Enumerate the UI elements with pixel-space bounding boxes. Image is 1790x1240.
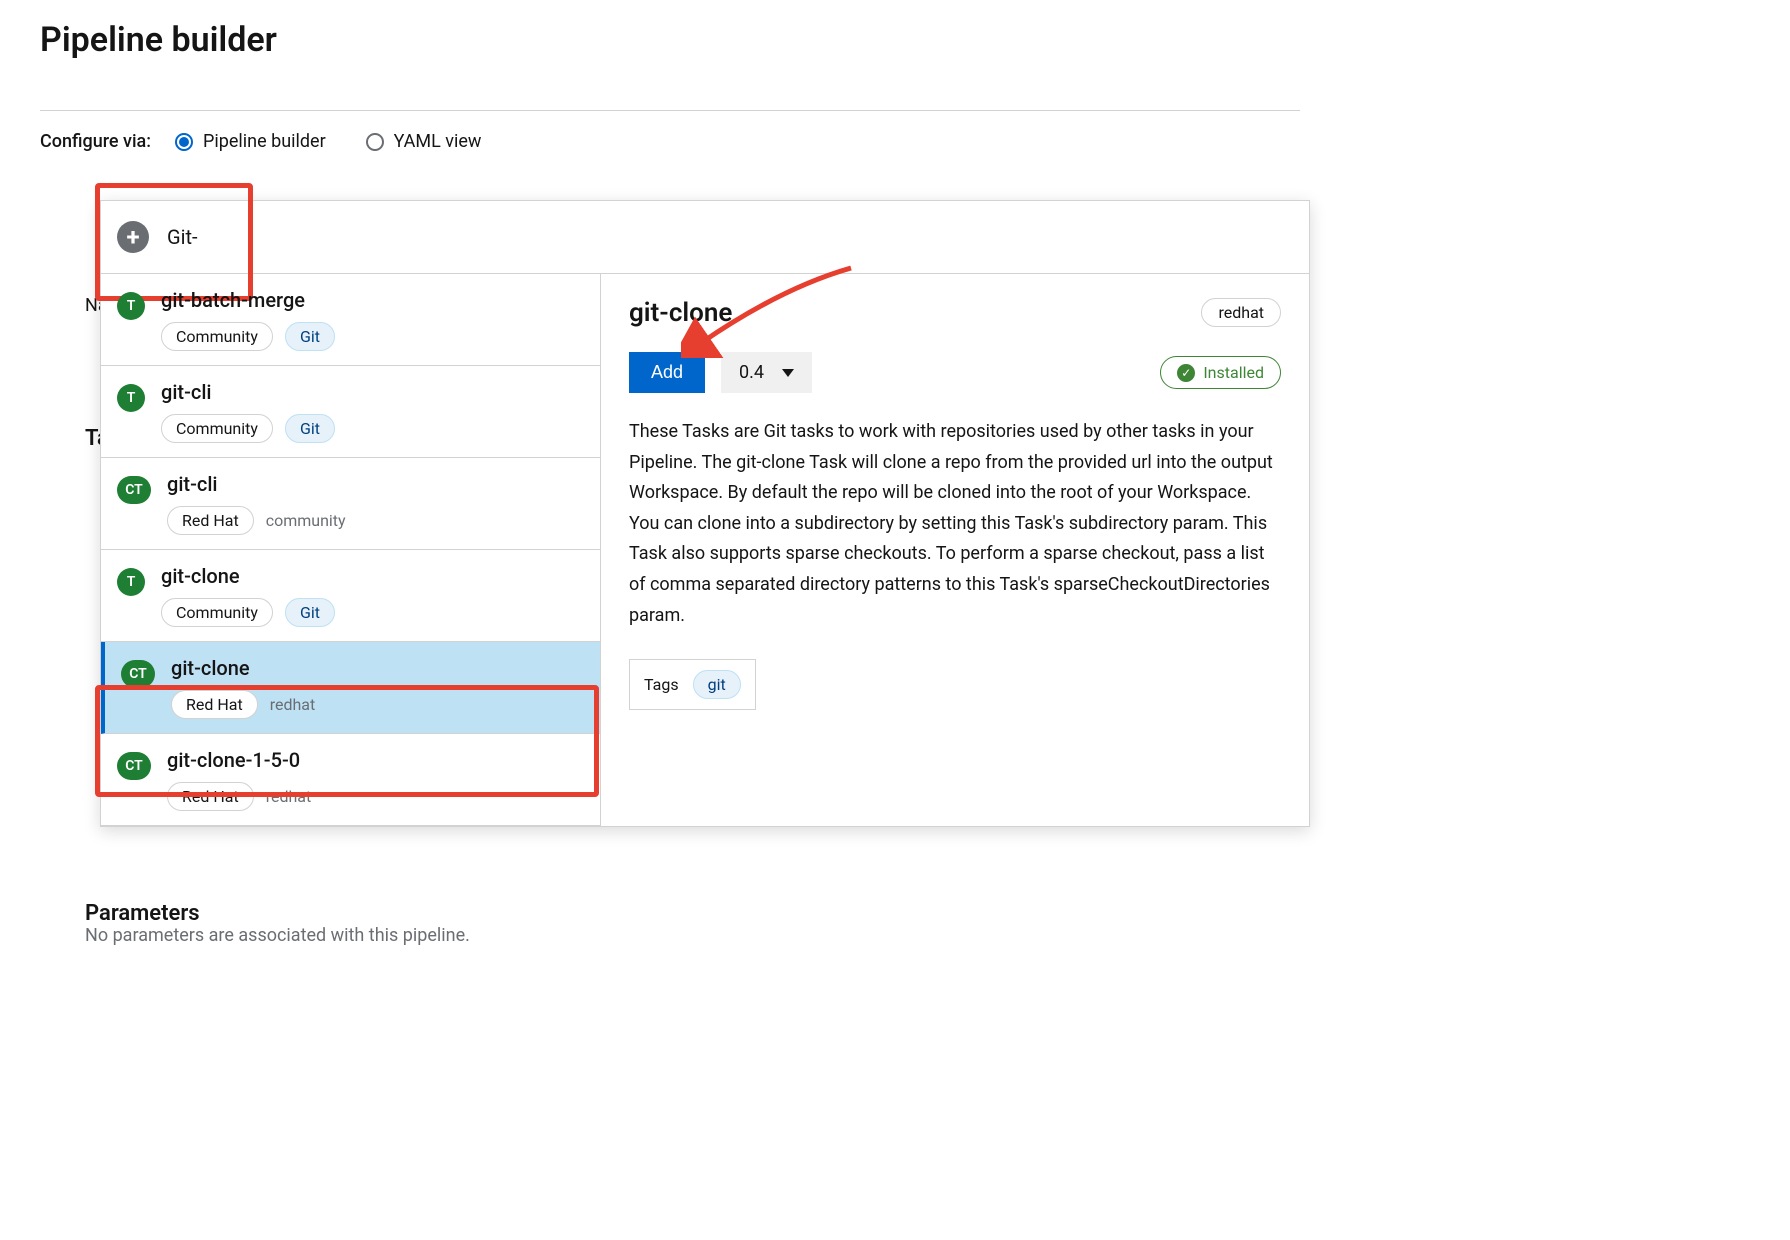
chevron-down-icon (782, 369, 794, 377)
tags-label: Tags (644, 675, 679, 694)
task-item-name: git-cli (167, 472, 346, 496)
task-item[interactable]: Tgit-batch-merge Community Git (101, 274, 600, 366)
version-select[interactable]: 0.4 (721, 352, 812, 393)
category-pill: Git (285, 322, 335, 351)
search-input-value[interactable]: Git- (167, 225, 198, 249)
source-pill: Red Hat (171, 690, 258, 719)
source-pill: Red Hat (167, 506, 254, 535)
source-pill: Red Hat (167, 782, 254, 811)
task-detail-title: git-clone (629, 298, 732, 328)
task-item-name: git-clone (171, 656, 315, 680)
radio-unselected-icon (366, 133, 384, 151)
cluster-task-type-icon: CT (117, 752, 151, 780)
add-button[interactable]: Add (629, 352, 705, 393)
source-pill: Community (161, 322, 273, 351)
check-circle-icon: ✓ (1177, 364, 1195, 382)
plus-icon: + (117, 221, 149, 253)
provider-pill: redhat (1201, 298, 1281, 327)
installed-label: Installed (1203, 363, 1264, 382)
no-params-text: No parameters are associated with this p… (85, 925, 470, 946)
task-search-dropdown: + Git- Tgit-batch-mergeCommunityGitTgit-… (100, 200, 1310, 827)
task-type-icon: T (117, 568, 145, 596)
task-list[interactable]: Tgit-batch-merge Community Git Tgit-cli Comm… (101, 274, 601, 826)
task-detail-panel: git-clone redhat Add 0.4 ✓ Installed (601, 274, 1309, 826)
configure-label: Configure via: (40, 131, 151, 152)
task-item[interactable]: Tgit-clone Community Git (101, 550, 600, 642)
provider-text: community (266, 511, 346, 530)
task-search-input-row[interactable]: + Git- (101, 201, 1309, 274)
task-item-name: git-batch-merge (161, 288, 335, 312)
version-value: 0.4 (739, 362, 764, 383)
task-item[interactable]: CT git-cli Red Hat community (101, 458, 600, 550)
params-section-label: Parameters (85, 901, 200, 926)
radio-label: Pipeline builder (203, 131, 326, 152)
task-item[interactable]: CT git-clone Red Hat redhat (101, 642, 600, 734)
radio-pipeline-builder[interactable]: Pipeline builder (175, 131, 326, 152)
provider-text: redhat (266, 787, 312, 806)
task-description: These Tasks are Git tasks to work with r… (629, 417, 1281, 631)
divider (40, 110, 1300, 111)
cluster-task-type-icon: CT (117, 476, 151, 504)
task-item-name: git-clone-1-5-0 (167, 748, 311, 772)
category-pill: Git (285, 598, 335, 627)
installed-badge: ✓ Installed (1160, 356, 1281, 389)
task-item-name: git-clone (161, 564, 335, 588)
category-pill: Git (285, 414, 335, 443)
task-item[interactable]: Tgit-cli Community Git (101, 366, 600, 458)
provider-text: redhat (270, 695, 316, 714)
task-item-name: git-cli (161, 380, 335, 404)
tags-box: Tags git (629, 659, 756, 710)
task-type-icon: T (117, 292, 145, 320)
cluster-task-type-icon: CT (121, 660, 155, 688)
task-type-icon: T (117, 384, 145, 412)
task-item[interactable]: CT git-clone-1-5-0 Red Hat redhat (101, 734, 600, 826)
radio-yaml-view[interactable]: YAML view (366, 131, 482, 152)
source-pill: Community (161, 598, 273, 627)
source-pill: Community (161, 414, 273, 443)
configure-via-row: Configure via: Pipeline builder YAML vie… (40, 131, 1300, 152)
radio-label: YAML view (394, 131, 482, 152)
tag-pill[interactable]: git (693, 670, 741, 699)
page-title: Pipeline builder (40, 20, 1300, 60)
radio-selected-icon (175, 133, 193, 151)
